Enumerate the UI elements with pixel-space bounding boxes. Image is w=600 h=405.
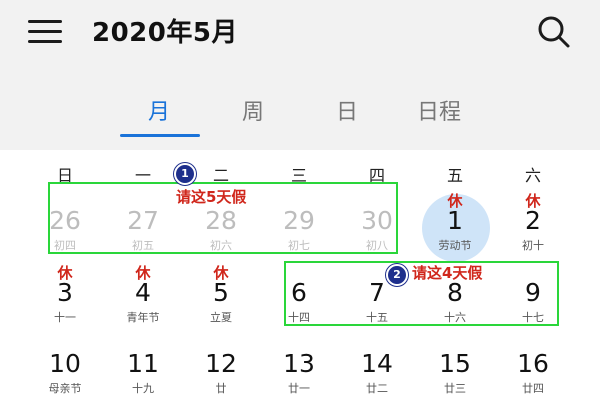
lunar-date: 初十 — [522, 239, 544, 252]
app-header: 2020年5月 月 周 日 日程 — [0, 0, 600, 150]
tab-schedule[interactable]: 日程 — [417, 94, 461, 126]
lunar-date: 青年节 — [126, 311, 160, 324]
day-number: 1 — [447, 206, 463, 235]
lunar-date: 廿一 — [288, 382, 310, 395]
search-icon[interactable] — [534, 12, 574, 52]
day-cell[interactable]: 15 廿三 — [412, 333, 498, 403]
tab-week[interactable]: 周 — [242, 94, 264, 126]
day-cell[interactable]: 10 母亲节 — [22, 333, 108, 403]
lunar-date: 十一 — [54, 311, 76, 324]
lunar-date: 十九 — [132, 382, 154, 395]
day-cell[interactable]: 休 2 初十 — [490, 190, 576, 260]
page-title[interactable]: 2020年5月 — [92, 12, 238, 49]
day-number: 13 — [283, 349, 315, 378]
day-cell[interactable]: 11 十九 — [100, 333, 186, 403]
day-number: 12 — [205, 349, 237, 378]
tab-day[interactable]: 日 — [336, 94, 358, 126]
lunar-date: 立夏 — [210, 311, 232, 324]
day-number: 3 — [57, 278, 73, 307]
day-cell[interactable]: 休 4 青年节 — [100, 262, 186, 332]
lunar-date: 母亲节 — [48, 382, 82, 395]
leave-note-1: 请这5天假 — [176, 188, 247, 206]
day-cell[interactable]: 13 廿一 — [256, 333, 342, 403]
step-badge-1: 1 — [174, 163, 196, 185]
lunar-date: 劳动节 — [438, 239, 472, 252]
leave-note-2: 请这4天假 — [412, 264, 483, 282]
lunar-date: 廿 — [215, 382, 227, 395]
menu-icon[interactable] — [28, 20, 62, 44]
day-number: 14 — [361, 349, 393, 378]
tab-month[interactable]: 月 — [148, 94, 170, 126]
weekday-sat: 六 — [524, 166, 541, 185]
day-number: 11 — [127, 349, 159, 378]
day-number: 10 — [49, 349, 81, 378]
step-badge-2: 2 — [386, 264, 408, 286]
day-cell[interactable]: 休 1 劳动节 — [412, 190, 498, 260]
lunar-date: 廿三 — [444, 382, 466, 395]
active-tab-indicator — [120, 134, 200, 137]
day-cell[interactable]: 12 廿 — [178, 333, 264, 403]
day-cell[interactable]: 休 3 十一 — [22, 262, 108, 332]
day-number: 5 — [213, 278, 229, 307]
day-cell[interactable]: 休 5 立夏 — [178, 262, 264, 332]
day-number: 2 — [525, 206, 541, 235]
day-number: 15 — [439, 349, 471, 378]
lunar-date: 廿二 — [366, 382, 388, 395]
view-tabs: 月 周 日 日程 — [0, 94, 600, 134]
lunar-date: 廿四 — [522, 382, 544, 395]
day-cell[interactable]: 16 廿四 — [490, 333, 576, 403]
day-number: 4 — [135, 278, 151, 307]
day-number: 16 — [517, 349, 549, 378]
weekday-fri: 五 — [446, 166, 463, 185]
day-cell[interactable]: 14 廿二 — [334, 333, 420, 403]
